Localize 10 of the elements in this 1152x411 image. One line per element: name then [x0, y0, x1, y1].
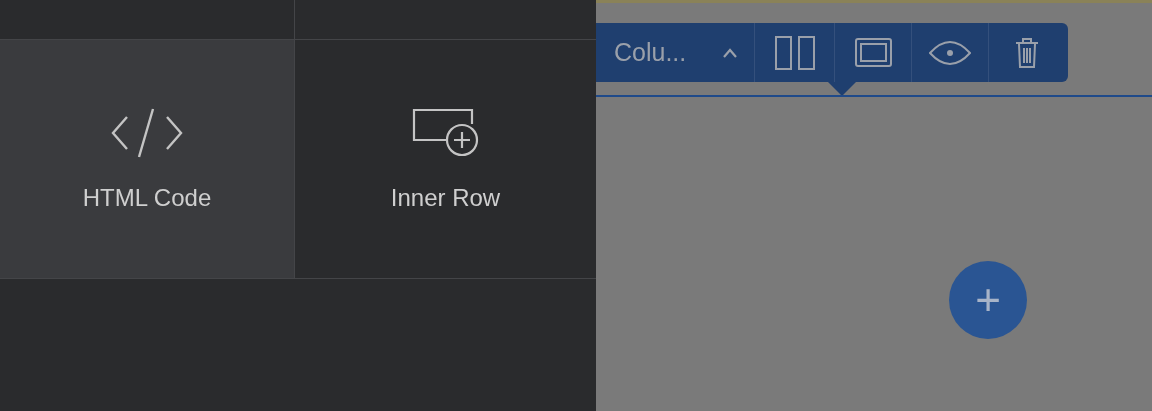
- columns-icon: [774, 35, 815, 70]
- caret-up-icon: [722, 47, 738, 58]
- code-icon: [111, 108, 183, 158]
- column-menu-button[interactable]: Colu...: [596, 23, 754, 82]
- inner-row-icon: [411, 108, 480, 158]
- frame-icon: [854, 38, 892, 67]
- trash-icon: [1015, 37, 1039, 68]
- eye-icon: [929, 39, 971, 66]
- element-tile[interactable]: HTML Code: [0, 40, 295, 278]
- add-element-button[interactable]: +: [949, 261, 1027, 339]
